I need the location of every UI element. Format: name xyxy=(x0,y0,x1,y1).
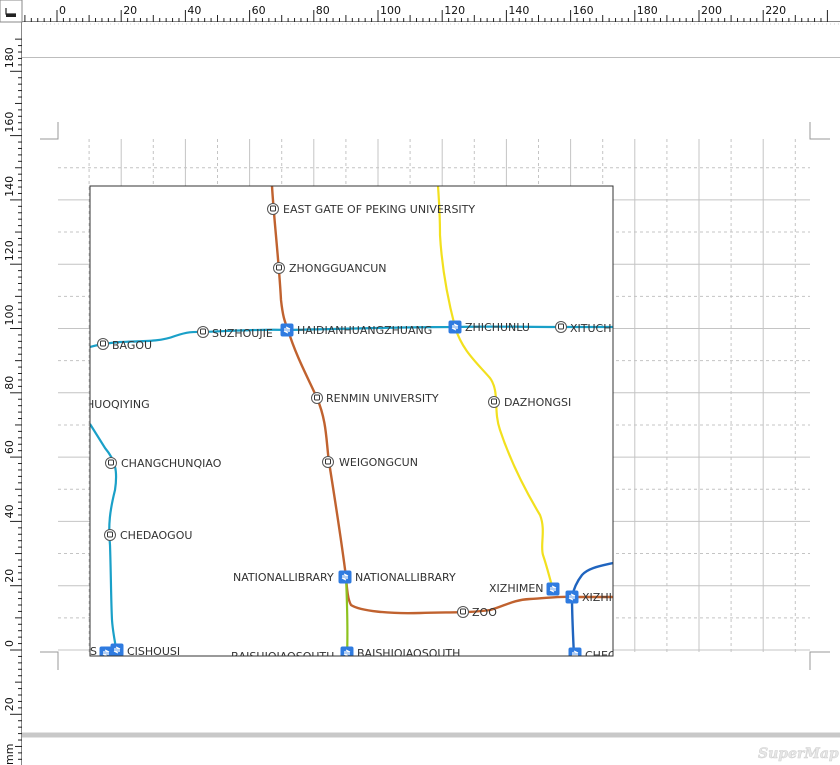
bus-circle-icon xyxy=(97,338,109,350)
layout-view[interactable]: 0 20 40 60 80 100 120 140 160 180 200 220 180160140… xyxy=(0,0,840,765)
ruler-label: 60 xyxy=(3,440,16,454)
ruler-label: 80 xyxy=(316,4,330,17)
bus-circle-icon xyxy=(105,457,117,469)
ruler-label: 200 xyxy=(701,4,722,17)
station-label: NATIONALLIBRARY xyxy=(233,571,334,584)
station-east-gate[interactable]: EAST GATE OF PEKING UNIVERSITY xyxy=(267,203,476,216)
ruler-label: 20 xyxy=(3,569,16,583)
ruler-label: 100 xyxy=(3,305,16,326)
ruler-origin-icon[interactable] xyxy=(0,0,23,23)
station-label: XIZHIMEN xyxy=(489,582,544,595)
bus-circle-icon xyxy=(197,326,209,338)
station-nationallibrary[interactable]: NATIONALLIBRARY NATIONALLIBRARY xyxy=(233,570,456,585)
ruler-label: 160 xyxy=(3,112,16,133)
station-label: SUZHOUJIE xyxy=(212,327,273,340)
ruler-label: 120 xyxy=(3,240,16,261)
station-label: BAISHIQIAOSOUTH xyxy=(357,647,460,660)
station-label: BAGOU xyxy=(112,339,152,352)
station-zhongguancun[interactable]: ZHONGGUANCUN xyxy=(273,262,387,275)
transfer-square-icon xyxy=(280,323,294,337)
ruler-label: 220 xyxy=(765,4,786,17)
station-renmin-university[interactable]: RENMIN UNIVERSITY xyxy=(311,392,439,405)
station-label: CHANGCHUNQIAO xyxy=(121,457,222,470)
station-huoqiying[interactable]: HUOQIYING xyxy=(86,398,150,411)
bus-circle-icon xyxy=(488,396,500,408)
transfer-square-icon xyxy=(568,647,582,656)
station-label: DAZHONGSI xyxy=(504,396,571,409)
ruler-label: 80 xyxy=(3,376,16,390)
ruler-label: 140 xyxy=(3,176,16,197)
ruler-label: 180 xyxy=(637,4,658,17)
left-ruler[interactable]: 180 160 140 120 100 80 60 40 20 0 20 mm xyxy=(0,22,22,765)
station-label: HUOQIYING xyxy=(86,398,150,411)
station-label: XIZHIMEN xyxy=(582,591,637,604)
ruler-label: 140 xyxy=(508,4,529,17)
map-frame[interactable]: EAST GATE OF PEKING UNIVERSITY ZHONGGUAN… xyxy=(86,185,690,663)
ruler-label: 180 xyxy=(3,47,16,68)
bus-circle-icon xyxy=(555,321,567,333)
ruler-label: 120 xyxy=(444,4,465,17)
transfer-square-icon xyxy=(448,320,462,334)
ruler-label: 20 xyxy=(3,697,16,711)
station-label: RENMIN UNIVERSITY xyxy=(326,392,439,405)
station-label: ZHONGGUANCUN xyxy=(289,262,387,275)
transfer-square-icon xyxy=(340,646,354,656)
transfer-square-icon xyxy=(546,582,560,596)
station-label: ZHICHUNLU xyxy=(465,321,530,334)
station-zhichunlu[interactable]: ZHICHUNLU xyxy=(448,320,530,335)
supermap-watermark: SuperMap xyxy=(758,746,839,762)
bus-circle-icon xyxy=(104,529,116,541)
bus-circle-icon xyxy=(273,262,285,274)
ruler-label: 0 xyxy=(59,4,66,17)
transfer-square-icon xyxy=(110,643,124,656)
transfer-square-icon xyxy=(338,570,352,584)
station-label: XITUCHI xyxy=(570,322,615,335)
station-label: NATIONALLIBRARY xyxy=(355,571,456,584)
ruler-label: 100 xyxy=(380,4,401,17)
ruler-label: 60 xyxy=(252,4,266,17)
station-label: EAST GATE OF PEKING UNIVERSITY xyxy=(283,203,475,216)
bus-circle-icon xyxy=(457,606,469,618)
ruler-label: 0 xyxy=(3,640,16,647)
ruler-unit: mm xyxy=(3,744,16,765)
bus-circle-icon xyxy=(322,456,334,468)
ruler-label: 40 xyxy=(3,504,16,518)
station-label: CHEDAOGOU xyxy=(120,529,192,542)
top-ruler[interactable]: 0 20 40 60 80 100 120 140 160 180 200 220 xyxy=(0,0,840,22)
bus-circle-icon xyxy=(267,203,279,215)
ruler-label: 20 xyxy=(123,4,137,17)
station-label: WEIGONGCUN xyxy=(339,456,418,469)
transfer-square-icon xyxy=(565,590,579,604)
station-changchunqiao[interactable]: CHANGCHUNQIAO xyxy=(105,457,222,470)
ruler-label: 40 xyxy=(187,4,201,17)
station-zoo[interactable]: ZOO xyxy=(457,606,498,619)
station-haidianhuangzhuang[interactable]: HAIDIANHUANGZHUANG xyxy=(280,323,433,338)
station-label: HAIDIANHUANGZHUANG xyxy=(297,324,432,337)
ruler-label: 160 xyxy=(573,4,594,17)
station-label: ZOO xyxy=(472,606,497,619)
bus-circle-icon xyxy=(311,392,323,404)
